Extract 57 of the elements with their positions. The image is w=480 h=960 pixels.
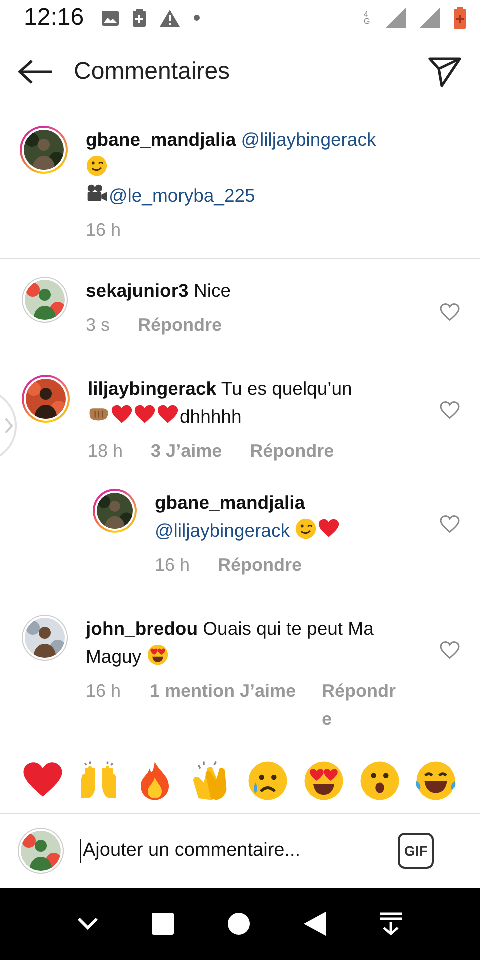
like-button[interactable] bbox=[440, 401, 460, 419]
comment-text: sekajunior3 Nice bbox=[86, 279, 232, 303]
reply-link[interactable]: Répondre bbox=[218, 551, 302, 579]
like-button[interactable] bbox=[440, 515, 460, 533]
reply-link[interactable]: Répondre bbox=[322, 677, 402, 733]
square-icon[interactable] bbox=[152, 913, 174, 935]
clock: 12:16 bbox=[24, 4, 84, 32]
timestamp: 18 h bbox=[88, 440, 124, 463]
mention-link[interactable]: @liljaybingerack bbox=[155, 520, 290, 541]
laughing-face-icon[interactable] bbox=[414, 760, 457, 802]
avatar-ring[interactable] bbox=[22, 615, 68, 661]
timestamp: 16 h bbox=[155, 554, 190, 577]
comment-input[interactable]: Ajouter un commentaire... bbox=[80, 839, 382, 863]
heart-eyes-face-icon bbox=[146, 644, 169, 666]
download-icon[interactable] bbox=[379, 912, 404, 936]
heart-icon bbox=[318, 518, 340, 540]
page-title: Commentaires bbox=[74, 58, 232, 86]
surprised-face-icon[interactable] bbox=[358, 760, 401, 802]
comment-text: liljaybingerack Tu es quelqu’un dhhhhh bbox=[88, 377, 354, 429]
likes-link[interactable]: 1 mention J’aime bbox=[150, 677, 322, 733]
heart-icon bbox=[157, 404, 179, 426]
gif-button[interactable]: GIF bbox=[398, 833, 434, 869]
avatar-ring[interactable] bbox=[20, 126, 68, 174]
home-button[interactable] bbox=[228, 913, 250, 935]
avatar-ring[interactable] bbox=[22, 375, 70, 423]
signal-icon bbox=[420, 8, 440, 28]
timestamp: 16 h bbox=[86, 219, 122, 242]
heart-icon bbox=[111, 404, 133, 426]
network-label: 4G bbox=[364, 11, 372, 25]
heart-eyes-face-icon[interactable] bbox=[302, 760, 345, 802]
battery-icon bbox=[133, 9, 146, 27]
winking-face-icon bbox=[295, 518, 318, 540]
avatar-ring[interactable] bbox=[93, 489, 137, 533]
send-icon[interactable] bbox=[428, 56, 462, 88]
warning-icon bbox=[160, 10, 180, 26]
chevron-down-icon[interactable] bbox=[76, 917, 99, 931]
mention-link[interactable]: @le_moryba_225 bbox=[109, 185, 256, 206]
crying-face-icon[interactable] bbox=[246, 760, 289, 802]
heart-icon bbox=[134, 404, 156, 426]
comment-text: gbane_mandjalia @liljaybingerack @le_moryba_225 bbox=[86, 128, 378, 208]
back-triangle-icon[interactable] bbox=[304, 912, 326, 936]
battery-icon bbox=[454, 7, 466, 29]
reply-link[interactable]: Répondre bbox=[138, 311, 222, 339]
like-button[interactable] bbox=[440, 303, 460, 321]
timestamp: 3 s bbox=[86, 314, 110, 337]
comment-text: john_bredou Ouais qui te peut Ma Maguy bbox=[86, 617, 375, 669]
mention-link[interactable]: @liljaybingerack bbox=[241, 129, 376, 150]
timestamp: 16 h bbox=[86, 680, 122, 703]
winking-face-icon bbox=[86, 155, 108, 177]
comment-text: gbane_mandjalia @liljaybingerack bbox=[155, 489, 422, 545]
back-button[interactable] bbox=[18, 59, 54, 85]
likes-link[interactable]: 3 J’aime bbox=[151, 437, 222, 465]
signal-icon bbox=[386, 8, 406, 28]
reply-link[interactable]: Répondre bbox=[250, 437, 334, 465]
like-button[interactable] bbox=[440, 641, 460, 659]
image-icon bbox=[102, 10, 120, 26]
dot-icon bbox=[194, 15, 200, 21]
